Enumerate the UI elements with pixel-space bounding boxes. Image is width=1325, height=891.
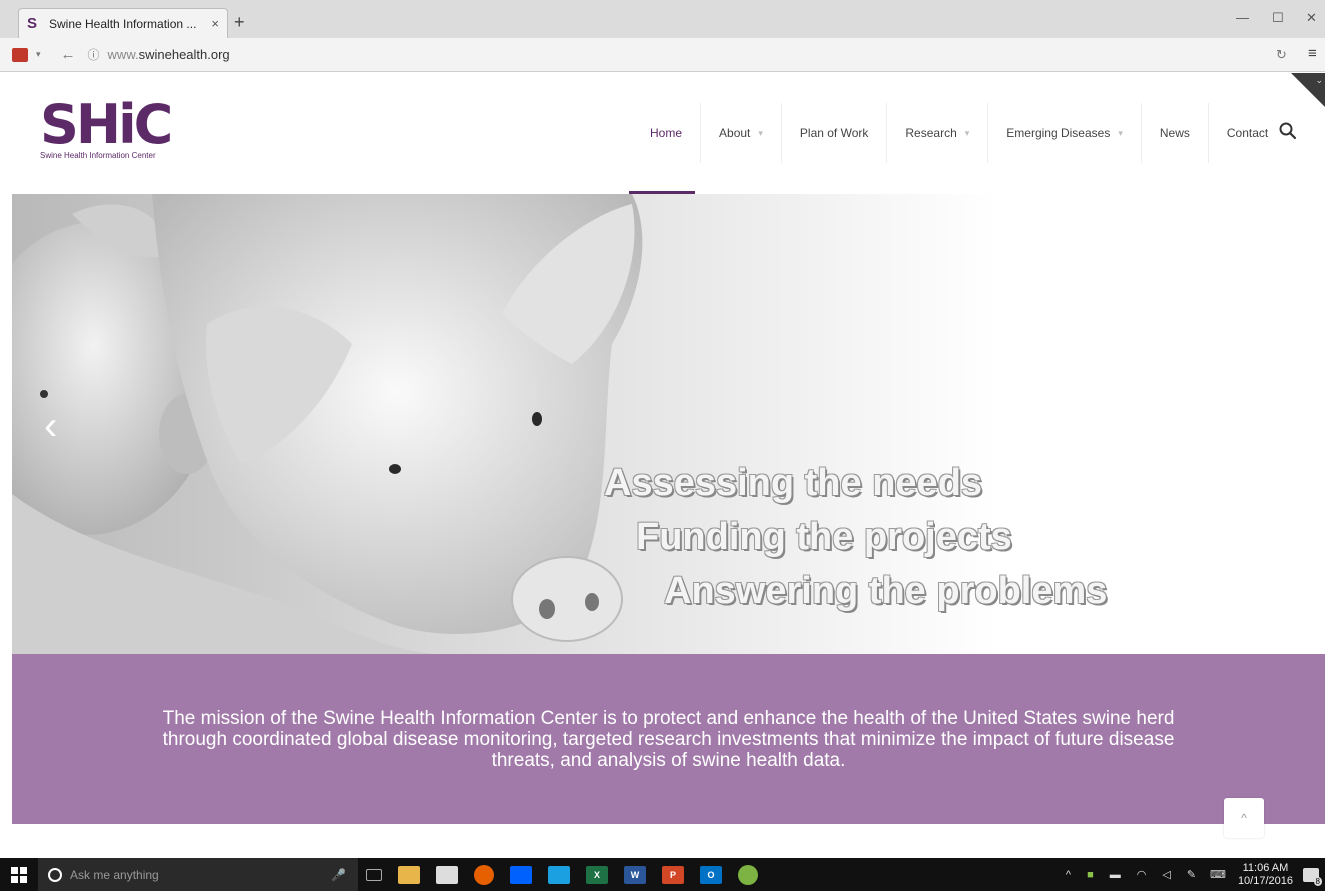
caret-down-icon: ▾ — [758, 127, 763, 138]
menu-item-plan-of-work[interactable]: Plan of Work — [780, 103, 886, 163]
hero-tagline-2: Funding the projects — [636, 516, 1012, 558]
hero-tagline-1: Assessing the needs — [604, 462, 983, 504]
cortana-search-box[interactable]: Ask me anything 🎤 — [38, 858, 358, 891]
outlook-icon[interactable]: O — [700, 865, 722, 884]
excel-icon[interactable]: X — [586, 865, 608, 884]
notification-count: 8 — [1313, 876, 1322, 886]
tab-title: Swine Health Information ... — [49, 16, 197, 31]
dropbox-icon[interactable] — [510, 865, 532, 884]
windows-taskbar: Ask me anything 🎤 X W P O ^ ■ ▬ ◠ ◁ ✎ ⌨ … — [0, 858, 1325, 891]
url-bar[interactable]: www.swinehealth.org — [108, 47, 230, 62]
site-logo[interactable]: SHiC Swine Health Information Center — [40, 93, 173, 161]
store-icon[interactable] — [436, 865, 458, 884]
tray-expand-icon[interactable]: ^ — [1066, 869, 1071, 881]
url-domain: swinehealth.org — [138, 47, 230, 62]
powerpoint-icon[interactable]: P — [662, 865, 684, 884]
taskbar-clock[interactable]: 11:06 AM 10/17/2016 — [1238, 862, 1293, 888]
search-placeholder: Ask me anything — [70, 867, 159, 882]
microphone-icon[interactable]: 🎤 — [331, 868, 346, 882]
back-arrow-icon[interactable]: ← — [61, 46, 76, 63]
browser-tab[interactable]: S Swine Health Information ... × — [18, 8, 228, 38]
minimize-button[interactable]: — — [1236, 10, 1249, 25]
menu-label: About — [719, 126, 751, 140]
battery-icon[interactable]: ▬ — [1110, 869, 1121, 881]
file-explorer-icon[interactable] — [398, 865, 420, 884]
menu-label: Plan of Work — [799, 126, 869, 140]
green-app-icon[interactable] — [738, 864, 758, 885]
menu-item-emerging-diseases[interactable]: Emerging Diseases ▾ — [987, 103, 1141, 163]
mission-text: The mission of the Swine Health Informat… — [162, 707, 1175, 771]
translate-icon[interactable] — [12, 47, 28, 62]
mission-section: The mission of the Swine Health Informat… — [12, 654, 1325, 824]
info-icon[interactable]: ⓘ — [88, 46, 100, 63]
back-to-top-button[interactable]: ^ — [1224, 798, 1264, 838]
system-tray: ^ ■ ▬ ◠ ◁ ✎ ⌨ 11:06 AM 10/17/2016 8 — [1058, 858, 1325, 891]
logo-mark: SHiC — [40, 93, 173, 156]
reload-icon[interactable]: ↻ — [1276, 47, 1287, 63]
menu-label: News — [1159, 126, 1190, 140]
logo-subtitle: Swine Health Information Center — [40, 151, 156, 160]
close-window-button[interactable]: ✕ — [1306, 10, 1317, 26]
tray-app-icon[interactable]: ■ — [1087, 869, 1094, 881]
keyboard-icon[interactable]: ⌨ — [1210, 868, 1226, 881]
dropdown-chevron-icon[interactable]: ▾ — [36, 49, 41, 60]
site-header: SHiC Swine Health Information Center Hom… — [12, 73, 1325, 194]
firefox-icon[interactable] — [474, 864, 494, 885]
slider-prev-arrow[interactable]: ‹ — [44, 404, 57, 449]
browser-tab-bar: S Swine Health Information ... × + — ☐ ✕ — [0, 0, 1325, 38]
site-favicon-icon: S — [27, 14, 38, 32]
task-view-icon[interactable] — [366, 868, 382, 881]
new-tab-button[interactable]: + — [234, 12, 245, 33]
app-icon[interactable] — [548, 865, 570, 884]
pen-icon[interactable]: ✎ — [1187, 868, 1196, 881]
menu-label: Home — [650, 126, 683, 140]
hero-tagline-3: Answering the problems — [664, 570, 1108, 612]
maximize-button[interactable]: ☐ — [1272, 10, 1284, 26]
wifi-icon[interactable]: ◠ — [1137, 868, 1147, 881]
clock-date: 10/17/2016 — [1237, 874, 1293, 887]
menu-item-home[interactable]: Home — [632, 103, 700, 163]
word-icon[interactable]: W — [624, 865, 646, 884]
caret-down-icon: ▾ — [1118, 127, 1123, 138]
cortana-icon — [48, 867, 62, 882]
web-page: ⌄ SHiC Swine Health Information Center H… — [12, 73, 1325, 858]
menu-item-about[interactable]: About ▾ — [700, 103, 781, 163]
menu-label: Research — [905, 126, 957, 140]
clock-time: 11:06 AM — [1242, 861, 1289, 874]
menu-item-research[interactable]: Research ▾ — [886, 103, 987, 163]
volume-icon[interactable]: ◁ — [1162, 868, 1170, 881]
hero-slider: ‹ Assessing the needs Funding the projec… — [12, 194, 1325, 654]
notification-center-icon[interactable]: 8 — [1303, 867, 1322, 886]
menu-icon[interactable]: ≡ — [1308, 45, 1317, 62]
menu-item-news[interactable]: News — [1140, 103, 1208, 163]
search-icon[interactable] — [1278, 121, 1298, 141]
windows-start-icon[interactable] — [0, 858, 38, 891]
menu-item-contact[interactable]: Contact — [1207, 103, 1286, 163]
main-menu: Home About ▾ Plan of Work Research ▾ Emerg… — [632, 73, 1286, 193]
tab-close-icon[interactable]: × — [211, 16, 219, 31]
menu-label: Emerging Diseases — [1006, 126, 1111, 140]
caret-down-icon: ▾ — [964, 127, 970, 138]
browser-nav-bar: ▾ ← ⓘ www.swinehealth.org ↻ ≡ — [0, 38, 1325, 72]
url-prefix: www. — [107, 47, 139, 62]
menu-label: Contact — [1226, 126, 1269, 140]
